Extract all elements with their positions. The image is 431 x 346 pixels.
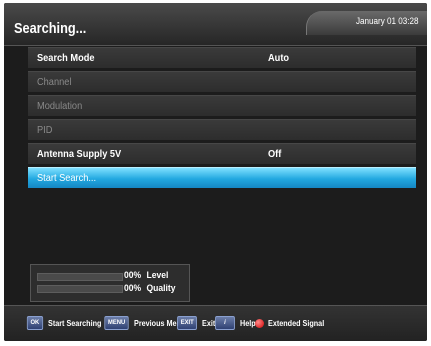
menu-item-modulation: Modulation xyxy=(28,95,416,116)
menu-item-start-search[interactable]: Start Search... xyxy=(28,167,416,188)
menu-item-value: Auto xyxy=(268,52,290,64)
search-settings-menu: Search Mode Auto Channel Modulation PID … xyxy=(28,47,416,191)
level-percent: 00% xyxy=(124,270,142,281)
hint-label: Start Searching xyxy=(47,318,102,328)
exit-key-icon: EXIT xyxy=(177,316,198,330)
quality-bar xyxy=(37,285,123,293)
hint-exit[interactable]: EXIT Exit xyxy=(176,316,218,330)
search-screen: Searching... January 01 03:28 Search Mod… xyxy=(4,3,427,341)
level-label: Level xyxy=(146,270,169,281)
ok-key-icon: OK xyxy=(26,316,43,330)
hint-ok[interactable]: OK Start Searching xyxy=(26,316,111,330)
menu-item-pid: PID xyxy=(28,119,416,140)
menu-item-label: Start Search... xyxy=(37,172,97,184)
key-hint-bar: OK Start Searching MENU Previous Menu EX… xyxy=(4,305,427,341)
menu-item-label: Modulation xyxy=(37,100,83,112)
menu-item-label: Antenna Supply 5V xyxy=(37,148,122,160)
red-button-icon xyxy=(255,318,264,328)
hint-label: Extended Signal xyxy=(268,318,325,328)
hint-extended-signal[interactable]: Extended Signal xyxy=(255,316,334,330)
menu-item-channel: Channel xyxy=(28,71,416,92)
title-bar: Searching... January 01 03:28 xyxy=(4,3,427,46)
menu-item-antenna-supply[interactable]: Antenna Supply 5V Off xyxy=(28,143,416,164)
menu-item-value: Off xyxy=(268,148,282,160)
menu-item-label: Channel xyxy=(37,76,72,88)
level-bar xyxy=(37,273,123,281)
quality-readout: 00% Quality xyxy=(124,283,181,294)
level-readout: 00% Level xyxy=(124,270,174,281)
hint-help[interactable]: i Help xyxy=(214,316,258,330)
menu-key-icon: MENU xyxy=(104,316,129,330)
signal-meter: 00% Level 00% Quality xyxy=(30,264,190,302)
menu-item-label: PID xyxy=(37,124,53,136)
info-key-icon: i xyxy=(215,316,235,330)
page-title: Searching... xyxy=(14,20,87,37)
menu-item-label: Search Mode xyxy=(37,52,95,64)
hint-label: Help xyxy=(240,318,256,328)
quality-percent: 00% xyxy=(124,283,142,294)
menu-item-search-mode[interactable]: Search Mode Auto xyxy=(28,47,416,68)
datetime-display: January 01 03:28 xyxy=(356,16,419,26)
quality-label: Quality xyxy=(146,283,176,294)
